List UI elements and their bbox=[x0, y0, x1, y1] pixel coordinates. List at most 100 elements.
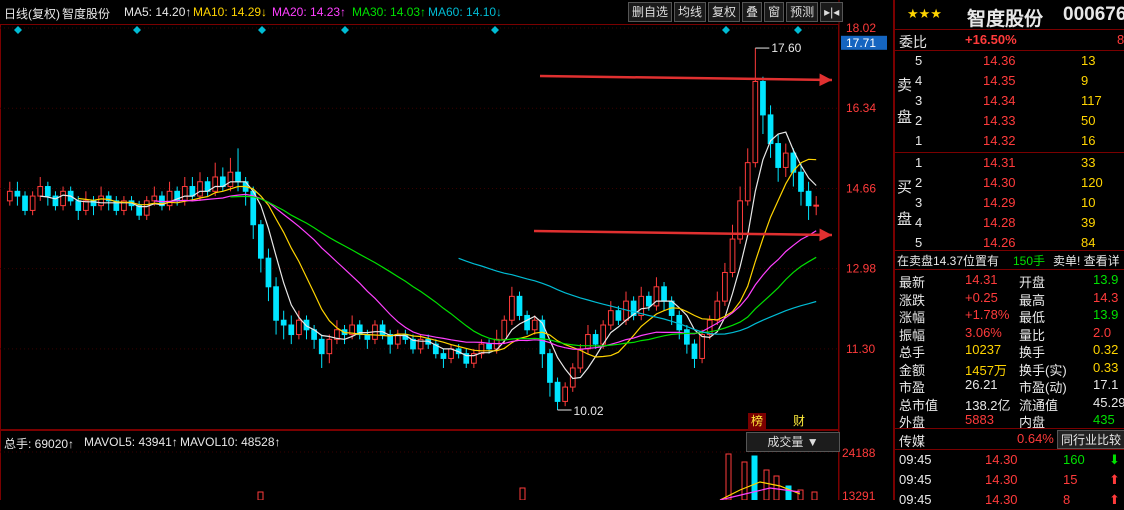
candle-body bbox=[585, 334, 591, 350]
stat-value: 26.21 bbox=[965, 377, 998, 392]
candle-body bbox=[14, 190, 21, 197]
candle-body bbox=[98, 195, 104, 207]
candle-body bbox=[501, 319, 508, 340]
weibi-value: +16.50% bbox=[965, 32, 1017, 47]
candle-body bbox=[729, 238, 736, 273]
sell-volume: 117 bbox=[1081, 93, 1102, 108]
candle-body bbox=[197, 181, 203, 197]
mavol10-label: MAVOL10: 48528↑ bbox=[180, 435, 281, 449]
candle-body bbox=[257, 224, 264, 259]
price-axis-label: 14.66 bbox=[846, 181, 876, 195]
candle-body bbox=[37, 186, 44, 197]
sell-level: 1 bbox=[915, 133, 923, 148]
arrow-up-icon: ⬆ bbox=[1109, 472, 1120, 487]
price-axis-label: 12.98 bbox=[846, 262, 876, 276]
bang-marker[interactable]: 榜 bbox=[748, 413, 766, 429]
candle-body bbox=[151, 195, 158, 202]
window-button[interactable]: 窗 bbox=[764, 2, 785, 22]
candle-body bbox=[645, 295, 652, 307]
event-diamond-icon bbox=[341, 26, 349, 34]
buy-volume: 120 bbox=[1081, 175, 1103, 190]
industry-compare-button[interactable]: 同行业比较 bbox=[1057, 430, 1124, 449]
mavol5-label: MAVOL5: 43941↑ bbox=[84, 435, 178, 449]
forecast-button[interactable]: 预测 bbox=[786, 2, 819, 22]
volume-bar bbox=[519, 487, 526, 500]
notice-link[interactable]: 卖单! 查看详 bbox=[1053, 252, 1120, 269]
buy-level: 1 bbox=[915, 155, 923, 170]
weibi-label: 委比 bbox=[899, 34, 927, 50]
stock-name-label: 智度股份 bbox=[62, 7, 111, 21]
ma20-label: MA20: 14.23↑ bbox=[272, 5, 347, 19]
weibi-extra: 8 bbox=[1117, 32, 1124, 47]
candle-body bbox=[592, 334, 599, 345]
candle-body bbox=[516, 295, 523, 316]
stat-value: +1.78% bbox=[965, 307, 1010, 322]
buy-level: 3 bbox=[915, 195, 923, 210]
stat-value-2: 2.0 bbox=[1093, 324, 1112, 340]
ma30-label: MA30: 14.03↑ bbox=[352, 5, 427, 19]
candle-body bbox=[744, 162, 751, 202]
sell-row: 1 14.32 16 bbox=[895, 131, 1124, 151]
remove-watchlist-button[interactable]: 删自选 bbox=[628, 2, 673, 22]
sell-price: 14.36 bbox=[983, 53, 1016, 68]
quote-panel: ★★★ 智度股份 000676 委比 +16.50% 8 卖 盘 5 14.36 1… bbox=[893, 0, 1124, 507]
candle-body bbox=[524, 314, 530, 331]
adjust-button[interactable]: 复权 bbox=[708, 2, 741, 22]
candle-body bbox=[562, 386, 569, 402]
stat-value: +0.25 bbox=[965, 289, 998, 305]
candle-body bbox=[661, 286, 667, 302]
candle-body bbox=[6, 190, 13, 202]
volume-bar bbox=[751, 455, 758, 500]
ma-button[interactable]: 均线 bbox=[674, 2, 707, 22]
sell-price: 14.35 bbox=[983, 73, 1016, 88]
tick-row: 09:45 14.30 15 ⬆ bbox=[895, 470, 1124, 490]
ma5-label: MA5: 14.20↑ bbox=[124, 5, 192, 19]
tick-volume: 15 bbox=[1063, 472, 1078, 487]
buy-price: 14.28 bbox=[983, 215, 1016, 230]
candle-body bbox=[235, 171, 241, 183]
candle-body bbox=[166, 190, 173, 207]
rating-stars: ★★★ bbox=[907, 6, 942, 21]
stat-value-2: 13.9 bbox=[1093, 272, 1119, 287]
buy-price: 14.26 bbox=[983, 235, 1016, 250]
sell-volume: 13 bbox=[1081, 53, 1096, 68]
price-pane-frame bbox=[0, 24, 839, 430]
tick-price: 14.30 bbox=[985, 472, 1018, 487]
expand-icon[interactable]: ▸|◂ bbox=[820, 2, 844, 22]
sector-label: 传媒 bbox=[899, 434, 926, 449]
candle-body bbox=[554, 381, 561, 402]
overlay-button[interactable]: 叠 bbox=[742, 2, 763, 22]
tick-time: 09:45 bbox=[899, 452, 932, 467]
candle-body bbox=[684, 329, 690, 345]
buy-price: 14.29 bbox=[983, 195, 1016, 210]
buy-level: 5 bbox=[915, 235, 923, 250]
stat-value-2: 0.33 bbox=[1093, 359, 1119, 375]
sell-level: 5 bbox=[915, 53, 923, 68]
support-arrow-head bbox=[819, 228, 832, 242]
price-axis-label: 18.02 bbox=[846, 21, 876, 35]
candle-body bbox=[760, 80, 766, 116]
buy-volume: 39 bbox=[1081, 215, 1096, 230]
event-diamond-icon bbox=[133, 26, 141, 34]
candle-body bbox=[296, 319, 302, 336]
event-diamond-icon bbox=[794, 26, 802, 34]
event-diamond-icon bbox=[14, 26, 22, 34]
stat-value-2: 17.1 bbox=[1093, 377, 1119, 392]
arrow-down-icon: ⬇ bbox=[1109, 452, 1120, 467]
sell-volume: 9 bbox=[1081, 73, 1089, 88]
sell-row: 3 14.34 117 bbox=[895, 91, 1124, 111]
cai-marker[interactable]: 财 bbox=[790, 413, 808, 429]
candle-body bbox=[531, 319, 538, 331]
sell-row: 5 14.36 13 bbox=[895, 51, 1124, 71]
notice-volume: 150手 bbox=[1013, 254, 1046, 268]
candle-body bbox=[638, 295, 645, 316]
price-axis-label: 11.30 bbox=[846, 342, 875, 356]
buy-price: 14.31 bbox=[983, 155, 1016, 170]
stat-value-2: 45.29 bbox=[1093, 394, 1124, 410]
indicator-select[interactable]: 成交量 ▼ bbox=[746, 432, 840, 452]
volume-bar bbox=[773, 475, 780, 500]
tick-price: 14.30 bbox=[985, 452, 1018, 467]
volume-bar bbox=[725, 453, 732, 500]
candle-body bbox=[547, 353, 553, 383]
sell-price: 14.33 bbox=[983, 113, 1016, 128]
